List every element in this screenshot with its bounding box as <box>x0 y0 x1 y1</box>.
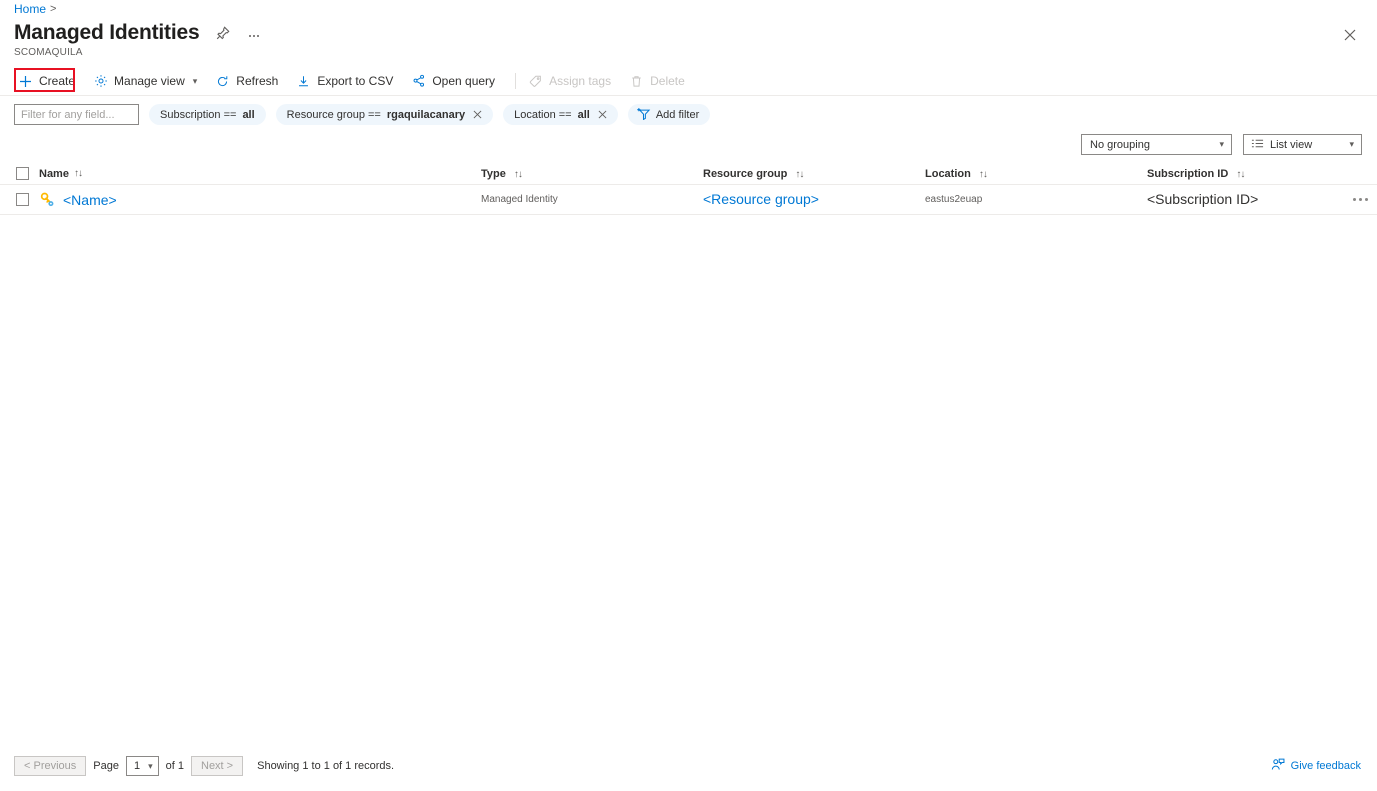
page-subtitle: SCOMAQUILA <box>14 47 83 58</box>
assign-tags-button[interactable]: Assign tags <box>528 69 619 93</box>
next-page-button[interactable]: Next > <box>191 756 244 776</box>
sort-icon: ↑↓ <box>73 168 83 179</box>
gear-icon <box>93 74 108 89</box>
open-query-label: Open query <box>432 74 496 88</box>
filter-pill-subscription-prefix: Subscription == <box>160 108 237 121</box>
create-button[interactable]: Create <box>18 69 83 93</box>
page-header: Managed Identities <box>14 20 263 46</box>
column-header-name[interactable]: Name ↑↓ <box>39 168 481 180</box>
column-header-subscription-id-label: Subscription ID <box>1147 167 1229 180</box>
toolbar-divider <box>515 73 517 89</box>
sort-icon: ↑↓ <box>513 168 523 180</box>
column-header-name-label: Name <box>39 167 69 180</box>
query-nodes-icon <box>411 74 426 89</box>
column-header-location[interactable]: Location ↑↓ <box>925 168 1147 180</box>
assign-tags-label: Assign tags <box>549 74 612 88</box>
pin-icon[interactable] <box>215 25 231 41</box>
grouping-select[interactable]: No grouping ▾ <box>1081 134 1232 155</box>
refresh-label: Refresh <box>236 74 279 88</box>
open-query-button[interactable]: Open query <box>411 69 503 93</box>
command-bar: Create Manage view ▾ Refresh Export to C… <box>0 68 1377 94</box>
chevron-down-icon: ▾ <box>1219 139 1224 149</box>
filter-pill-location-remove-icon[interactable] <box>598 109 607 121</box>
filter-pill-location-prefix: Location == <box>514 108 572 121</box>
filter-bar: Subscription == all Resource group == rg… <box>14 104 711 125</box>
delete-button[interactable]: Delete <box>629 69 693 93</box>
give-feedback-label: Give feedback <box>1290 760 1361 772</box>
column-header-location-label: Location <box>925 167 971 180</box>
filter-pill-resource-group-value: rgaquilacanary <box>386 108 466 121</box>
column-header-type[interactable]: Type ↑↓ <box>481 168 703 180</box>
grouping-select-value: No grouping <box>1090 138 1150 151</box>
sort-icon: ↑↓ <box>1236 168 1245 180</box>
chevron-down-icon: ▾ <box>1349 139 1354 149</box>
create-button-label: Create <box>39 74 76 88</box>
managed-identity-icon <box>39 192 55 208</box>
export-to-csv-label: Export to CSV <box>317 74 394 88</box>
view-mode-select[interactable]: List view ▾ <box>1243 134 1362 155</box>
column-header-subscription-id[interactable]: Subscription ID ↑↓ <box>1147 168 1347 180</box>
filter-pill-resource-group-prefix: Resource group == <box>286 108 381 121</box>
select-all-checkbox[interactable] <box>16 167 29 180</box>
row-subscription-id-cell: <Subscription ID> <box>1147 191 1347 209</box>
close-blade-button[interactable] <box>1339 24 1361 46</box>
column-header-type-label: Type <box>481 167 506 180</box>
refresh-button[interactable]: Refresh <box>215 69 286 93</box>
row-location: eastus2euap <box>925 194 983 205</box>
page-label: Page <box>93 760 119 772</box>
filter-pill-location-value: all <box>577 108 590 121</box>
plus-icon <box>18 74 33 89</box>
filter-pill-resource-group[interactable]: Resource group == rgaquilacanary <box>275 104 494 125</box>
trash-icon <box>629 74 644 89</box>
page-number-value: 1 <box>133 760 141 772</box>
give-feedback-button[interactable]: Give feedback <box>1271 755 1361 777</box>
manage-view-label: Manage view <box>114 74 185 88</box>
sort-icon: ↑↓ <box>978 168 988 180</box>
page-more-options-icon[interactable] <box>245 25 263 41</box>
download-icon <box>296 74 311 89</box>
refresh-icon <box>215 74 230 89</box>
row-checkbox[interactable] <box>16 193 29 206</box>
table-header-row: Name ↑↓ Type ↑↓ Resource group ↑↓ Locati… <box>0 163 1377 185</box>
row-type: Managed Identity <box>481 194 558 205</box>
chevron-down-icon: ▾ <box>148 760 153 771</box>
previous-page-button[interactable]: < Previous <box>14 756 87 776</box>
sort-icon: ↑↓ <box>795 168 804 180</box>
column-header-resource-group[interactable]: Resource group ↑↓ <box>703 168 925 180</box>
feedback-person-icon <box>1271 758 1285 774</box>
row-subscription-id: <Subscription ID> <box>1147 190 1259 207</box>
breadcrumb-home[interactable]: Home <box>14 2 46 16</box>
list-view-icon <box>1251 138 1264 152</box>
chevron-down-icon: ▾ <box>192 75 198 86</box>
page-title: Managed Identities <box>14 21 200 44</box>
row-resource-group-link[interactable]: <Resource group> <box>703 191 819 207</box>
search-input[interactable] <box>14 104 139 125</box>
delete-label: Delete <box>650 74 685 88</box>
row-name-link[interactable]: <Name> <box>63 192 117 208</box>
column-header-resource-group-label: Resource group <box>703 167 788 180</box>
add-filter-icon <box>636 107 651 123</box>
pagination-bar: < Previous Page 1 ▾ of 1 Next > Showing … <box>0 755 1377 777</box>
row-context-menu-icon[interactable] <box>1347 190 1373 210</box>
command-bar-divider <box>0 95 1377 96</box>
export-to-csv-button[interactable]: Export to CSV <box>296 69 401 93</box>
managed-identities-blade: Home > Managed Identities SCOMAQUILA Cre… <box>0 0 1377 791</box>
add-filter-button[interactable]: Add filter <box>627 104 711 125</box>
page-number-select[interactable]: 1 ▾ <box>125 756 159 776</box>
filter-pill-subscription[interactable]: Subscription == all <box>149 104 266 125</box>
filter-pill-subscription-value: all <box>242 108 255 121</box>
add-filter-label: Add filter <box>655 108 700 121</box>
filter-pill-resource-group-remove-icon[interactable] <box>473 109 482 121</box>
resources-table: Name ↑↓ Type ↑↓ Resource group ↑↓ Locati… <box>0 163 1377 215</box>
tag-icon <box>528 74 543 89</box>
view-mode-select-value: List view <box>1270 138 1313 151</box>
manage-view-button[interactable]: Manage view ▾ <box>93 69 205 93</box>
records-status: Showing 1 to 1 of 1 records. <box>257 760 395 772</box>
table-row[interactable]: <Name> Managed Identity <Resource group>… <box>0 185 1377 215</box>
page-total-label: of 1 <box>165 760 184 772</box>
row-resource-group-cell: <Resource group> <box>703 191 925 209</box>
breadcrumb-separator-icon: > <box>50 3 57 15</box>
filter-pill-location[interactable]: Location == all <box>503 104 618 125</box>
breadcrumb: Home > <box>14 2 56 16</box>
